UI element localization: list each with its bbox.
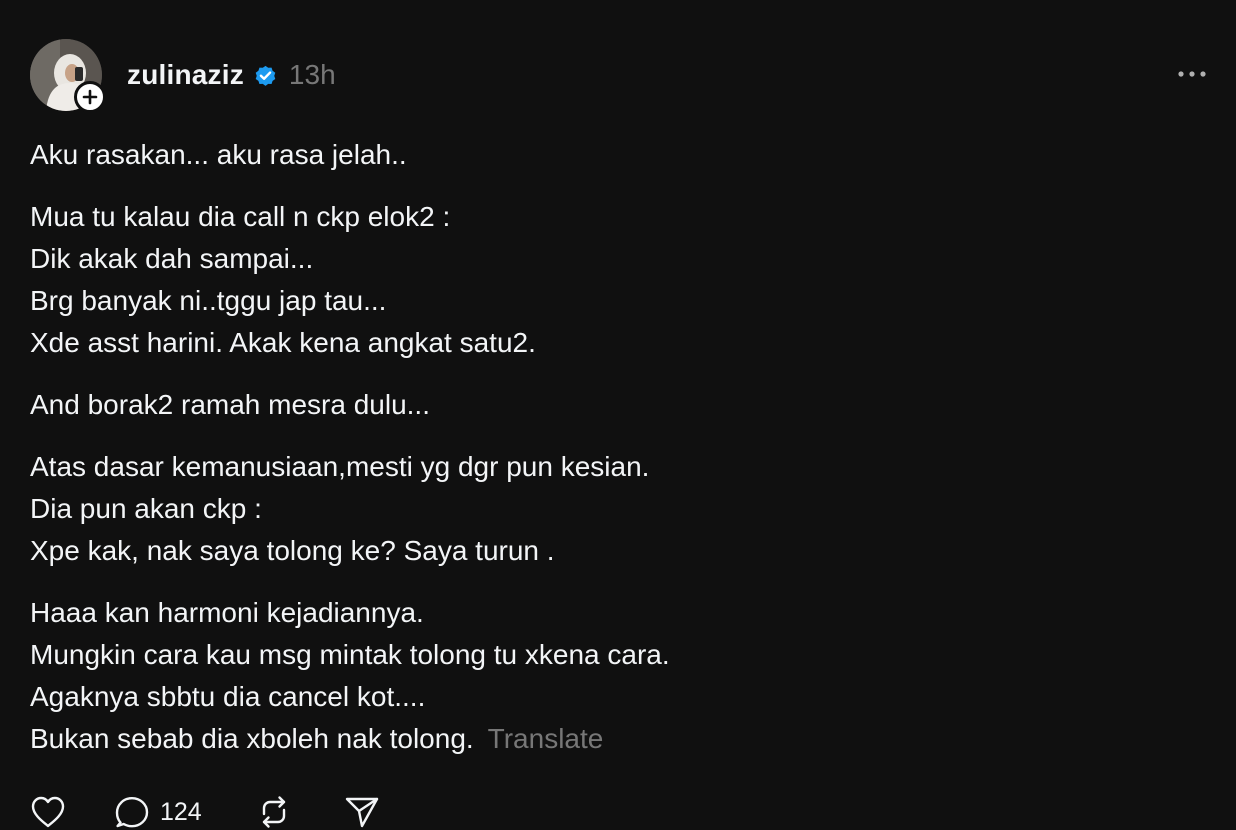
post-body: Aku rasakan... aku rasa jelah.. Mua tu k… xyxy=(30,134,1210,780)
post-actions: 124 xyxy=(30,792,380,830)
post-line: Haaa kan harmoni kejadiannya. xyxy=(30,597,424,628)
share-button[interactable] xyxy=(344,795,380,829)
post-paragraph: Mua tu kalau dia call n ckp elok2 : Dik … xyxy=(30,196,1210,364)
post-line: Aku rasakan... aku rasa jelah.. xyxy=(30,139,407,170)
post-paragraph: And borak2 ramah mesra dulu... xyxy=(30,384,1210,426)
follow-plus-icon[interactable] xyxy=(74,81,106,113)
post-line: Mungkin cara kau msg mintak tolong tu xk… xyxy=(30,639,670,670)
post-line: Dik akak dah sampai... xyxy=(30,243,314,274)
post-timestamp[interactable]: 13h xyxy=(289,59,336,91)
post-paragraph: Haaa kan harmoni kejadiannya. Mungkin ca… xyxy=(30,592,1210,760)
post-paragraph: Atas dasar kemanusiaan,mesti yg dgr pun … xyxy=(30,446,1210,572)
thread-post: zulinaziz 13h Aku rasakan... aku rasa je… xyxy=(0,0,1236,830)
post-header: zulinaziz 13h xyxy=(30,38,336,113)
repost-icon xyxy=(256,795,292,829)
verified-badge-icon xyxy=(253,63,278,88)
repost-button[interactable] xyxy=(256,795,292,829)
reply-count: 124 xyxy=(160,797,202,826)
post-line-text: Bukan sebab dia xboleh nak tolong. xyxy=(30,723,474,754)
like-button[interactable] xyxy=(30,795,66,829)
post-line: Xpe kak, nak saya tolong ke? Saya turun … xyxy=(30,535,555,566)
post-line: And borak2 ramah mesra dulu... xyxy=(30,389,430,420)
post-line: Brg banyak ni..tggu jap tau... xyxy=(30,285,387,316)
send-icon xyxy=(344,795,380,829)
username-link[interactable]: zulinaziz xyxy=(127,59,244,91)
translate-link[interactable]: Translate xyxy=(488,723,604,754)
post-line: Agaknya sbbtu dia cancel kot.... xyxy=(30,681,426,712)
post-line: Dia pun akan ckp : xyxy=(30,493,262,524)
comment-icon xyxy=(114,795,150,829)
post-line: Mua tu kalau dia call n ckp elok2 : xyxy=(30,201,451,232)
post-line: Xde asst harini. Akak kena angkat satu2. xyxy=(30,327,536,358)
avatar[interactable] xyxy=(30,39,106,113)
post-paragraph: Aku rasakan... aku rasa jelah.. xyxy=(30,134,1210,176)
reply-button[interactable]: 124 xyxy=(114,795,202,829)
post-last-line: Bukan sebab dia xboleh nak tolong. Transl… xyxy=(30,718,1210,760)
more-options-icon[interactable] xyxy=(1176,63,1208,85)
post-line: Atas dasar kemanusiaan,mesti yg dgr pun … xyxy=(30,451,650,482)
heart-icon xyxy=(30,795,66,829)
